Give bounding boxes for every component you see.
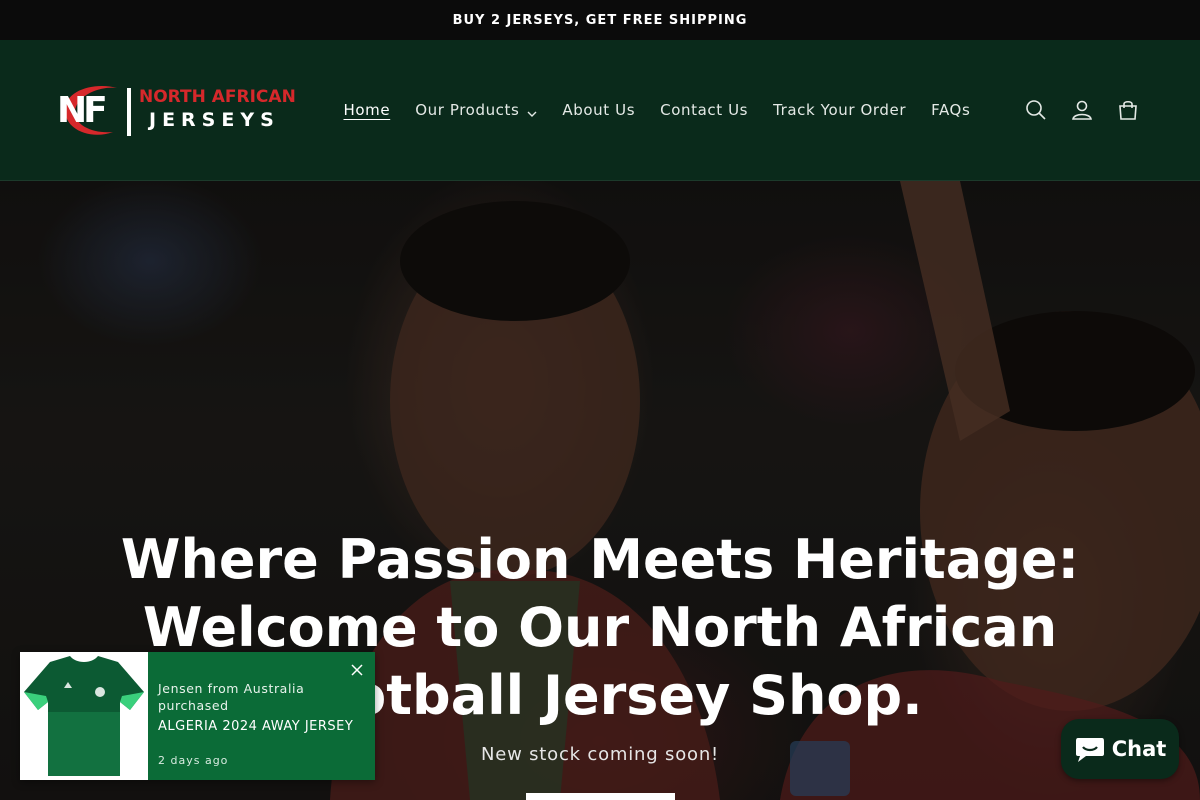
nav-label: About Us	[562, 101, 636, 119]
announcement-bar: BUY 2 JERSEYS, GET FREE SHIPPING	[0, 0, 1200, 40]
nav-item-contact-us[interactable]: Contact Us	[648, 101, 761, 119]
chat-bubble-icon	[1074, 734, 1106, 764]
chat-button[interactable]: Chat	[1061, 719, 1179, 779]
chevron-down-icon	[527, 105, 537, 117]
site-header: NF NORTH AFRICAN JERSEYS Home Our Produc…	[0, 40, 1200, 181]
chat-label: Chat	[1111, 737, 1167, 761]
logo-monogram-icon: NF	[55, 80, 137, 140]
close-icon[interactable]	[349, 662, 365, 678]
popup-time: 2 days ago	[158, 754, 229, 767]
popup-message: Jensen from Australia purchased	[158, 681, 305, 713]
nav-label: Contact Us	[660, 101, 749, 119]
nav-item-about-us[interactable]: About Us	[550, 101, 648, 119]
main-nav: Home Our Products About Us Contact Us Tr…	[331, 80, 983, 140]
search-icon[interactable]	[1013, 87, 1059, 133]
announcement-text: BUY 2 JERSEYS, GET FREE SHIPPING	[452, 12, 748, 28]
hero-subheading: New stock coming soon!	[480, 744, 720, 765]
nav-label: FAQs	[931, 101, 971, 119]
logo-line-1: NORTH AFRICAN	[139, 87, 296, 107]
header-actions	[1013, 80, 1151, 140]
nav-item-home[interactable]: Home	[331, 101, 403, 119]
nav-item-faqs[interactable]: FAQs	[919, 101, 983, 119]
nav-label: Home	[343, 101, 391, 119]
svg-text:NF: NF	[57, 90, 105, 131]
logo-wordmark: NORTH AFRICAN JERSEYS	[139, 87, 296, 133]
product-thumbnail[interactable]	[20, 652, 148, 780]
recent-purchase-popup[interactable]: Jensen from Australia purchased ALGERIA …	[20, 652, 375, 780]
nav-label: Track Your Order	[773, 101, 907, 119]
logo-line-2: JERSEYS	[149, 109, 280, 131]
nav-label: Our Products	[415, 101, 520, 119]
cart-icon[interactable]	[1105, 87, 1151, 133]
hero-cta-button[interactable]	[526, 793, 675, 800]
popup-product-name[interactable]: ALGERIA 2024 AWAY JERSEY	[158, 719, 368, 734]
nav-item-our-products[interactable]: Our Products	[403, 101, 550, 119]
brand-logo[interactable]: NF NORTH AFRICAN JERSEYS	[55, 80, 305, 140]
nav-item-track-order[interactable]: Track Your Order	[761, 101, 919, 119]
account-icon[interactable]	[1059, 87, 1105, 133]
